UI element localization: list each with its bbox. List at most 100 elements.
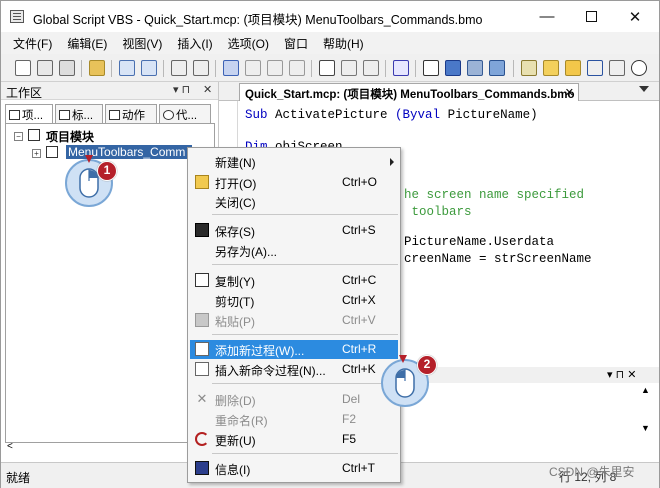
mouse-callout-2: 2 xyxy=(379,355,439,409)
tab-actions[interactable]: 动作 xyxy=(105,104,157,123)
new-project-icon[interactable] xyxy=(37,60,53,76)
workspace-header: 工作区 ▾ ⊓ ✕ xyxy=(1,82,218,100)
menu-file[interactable]: 文件(F) xyxy=(13,35,52,52)
menu-separator xyxy=(212,264,398,265)
tab-standard[interactable]: 标... xyxy=(55,104,103,123)
menu-help[interactable]: 帮助(H) xyxy=(323,35,364,52)
project-tab-icon xyxy=(9,110,20,120)
module-folder-icon xyxy=(28,129,40,141)
clear-bookmark-icon[interactable] xyxy=(289,60,305,76)
paste-icon xyxy=(195,313,209,327)
menu-item-info[interactable]: 信息(I) Ctrl+T xyxy=(190,459,398,478)
code-line: toolbars xyxy=(404,205,472,219)
scroll-up-icon[interactable]: ▲ xyxy=(641,385,650,395)
workspace-tabs: 项... 标... 动作 代... xyxy=(5,104,215,124)
step-badge-2: 2 xyxy=(417,355,437,375)
copy-icon xyxy=(195,273,209,287)
menu-item-copy[interactable]: 复制(Y) Ctrl+C xyxy=(190,271,398,290)
output-scrollbar[interactable]: ▲ ▼ xyxy=(611,383,650,461)
menu-item-save[interactable]: 保存(S) Ctrl+S xyxy=(190,221,398,240)
app-window: Global Script VBS - Quick_Start.mcp: (项目… xyxy=(0,0,660,488)
app-icon xyxy=(10,10,24,23)
menu-separator xyxy=(212,383,398,384)
action-icon[interactable] xyxy=(587,60,603,76)
menu-item-close[interactable]: 关闭(C) xyxy=(190,192,398,211)
next-bookmark-icon[interactable] xyxy=(245,60,261,76)
replace-icon[interactable] xyxy=(363,60,379,76)
database-icon[interactable] xyxy=(445,60,461,76)
menu-item-rename[interactable]: 重命名(R) F2 xyxy=(190,410,398,429)
code-line: creenName = strScreenName xyxy=(404,252,592,266)
menu-item-delete[interactable]: ✕ 删除(D) Del xyxy=(190,390,398,409)
toolbar-separator xyxy=(513,60,514,77)
editor-tab[interactable]: Quick_Start.mcp: (项目模块) MenuToolbars_Com… xyxy=(239,83,579,101)
status-text: 就绪 xyxy=(6,471,31,485)
scroll-left-icon[interactable]: < xyxy=(7,441,13,452)
output-pane-controls[interactable]: ▾ ⊓ ✕ xyxy=(607,368,636,381)
menu-insert[interactable]: 插入(I) xyxy=(177,35,212,52)
context-menu: 新建(N) 打开(O) Ctrl+O 关闭(C) 保存(S) Ctrl+S 另存… xyxy=(187,147,401,483)
menu-item-open[interactable]: 打开(O) Ctrl+O xyxy=(190,173,398,192)
delete-x-icon: ✕ xyxy=(196,391,208,406)
refresh-icon xyxy=(195,432,209,446)
bookmark-icon[interactable] xyxy=(223,60,239,76)
pane-pin-button[interactable]: ▾ ⊓ xyxy=(173,83,190,96)
toolbar-separator xyxy=(415,60,416,77)
tree-expand-toggle[interactable]: + xyxy=(32,149,41,158)
add-procedure-icon xyxy=(195,342,209,356)
menu-window[interactable]: 窗口 xyxy=(284,35,308,52)
code-line: PictureName.Userdata xyxy=(404,235,555,249)
menu-item-refresh[interactable]: 更新(U) F5 xyxy=(190,430,398,449)
new-module-icon[interactable] xyxy=(59,60,75,76)
tab-project[interactable]: 项... xyxy=(5,104,53,124)
tree-root-label[interactable]: 项目模块 xyxy=(46,128,94,145)
comment-icon[interactable] xyxy=(171,60,187,76)
indent-icon[interactable] xyxy=(119,60,135,76)
menu-edit[interactable]: 编辑(E) xyxy=(67,35,107,52)
menu-options[interactable]: 选项(O) xyxy=(228,35,269,52)
step-badge-1: 1 xyxy=(97,161,117,181)
tree-scrollbar[interactable]: < xyxy=(5,441,215,455)
code-line: Sub ActivatePicture (Byval PictureName) xyxy=(245,108,538,122)
menu-item-cut[interactable]: 剪切(T) Ctrl+X xyxy=(190,291,398,310)
outdent-icon[interactable] xyxy=(141,60,157,76)
project-icon[interactable] xyxy=(467,60,483,76)
prev-bookmark-icon[interactable] xyxy=(267,60,283,76)
menu-item-save-as[interactable]: 另存为(A)... xyxy=(190,241,398,260)
maximize-button[interactable] xyxy=(569,1,613,32)
document-icon[interactable] xyxy=(521,60,537,76)
actions-tab-icon xyxy=(109,110,120,120)
title-bar: Global Script VBS - Quick_Start.mcp: (项目… xyxy=(1,1,659,32)
info-icon[interactable] xyxy=(319,60,335,76)
output-pane-header: ▾ ⊓ ✕ xyxy=(401,367,659,383)
scroll-down-icon[interactable]: ▼ xyxy=(641,423,650,433)
close-button[interactable]: ✕ xyxy=(613,1,657,32)
menu-item-insert-command[interactable]: 插入新命令过程(N)... Ctrl+K xyxy=(190,360,398,379)
trigger-icon[interactable] xyxy=(609,60,625,76)
editor-tab-close-button[interactable]: ✕ xyxy=(565,86,574,99)
menu-item-paste[interactable]: 粘贴(P) Ctrl+V xyxy=(190,311,398,330)
menu-view[interactable]: 视图(V) xyxy=(122,35,162,52)
clock-icon[interactable] xyxy=(631,60,647,76)
save-disk-icon xyxy=(195,223,209,237)
editor-dropdown-icon[interactable] xyxy=(639,86,649,92)
menu-separator xyxy=(212,334,398,335)
open-folder-icon[interactable] xyxy=(89,60,105,76)
syntax-check-icon[interactable] xyxy=(393,60,409,76)
pane-close-button[interactable]: ✕ xyxy=(203,83,212,96)
find-icon[interactable] xyxy=(341,60,357,76)
new-file-icon[interactable] xyxy=(15,60,31,76)
dictionary-icon[interactable] xyxy=(489,60,505,76)
editor-tab-strip: Quick_Start.mcp: (项目模块) MenuToolbars_Com… xyxy=(219,82,659,101)
insert-command-icon xyxy=(195,362,209,376)
folder-add-icon[interactable] xyxy=(565,60,581,76)
menu-item-new[interactable]: 新建(N) xyxy=(190,152,398,171)
toolbar-separator xyxy=(215,60,216,77)
window-icon[interactable] xyxy=(423,60,439,76)
uncomment-icon[interactable] xyxy=(193,60,209,76)
menu-item-add-procedure[interactable]: 添加新过程(W)... Ctrl+R xyxy=(190,340,398,359)
folder-icon[interactable] xyxy=(543,60,559,76)
tree-collapse-toggle[interactable]: − xyxy=(14,132,23,141)
minimize-button[interactable]: — xyxy=(525,1,569,32)
tab-code[interactable]: 代... xyxy=(159,104,211,123)
